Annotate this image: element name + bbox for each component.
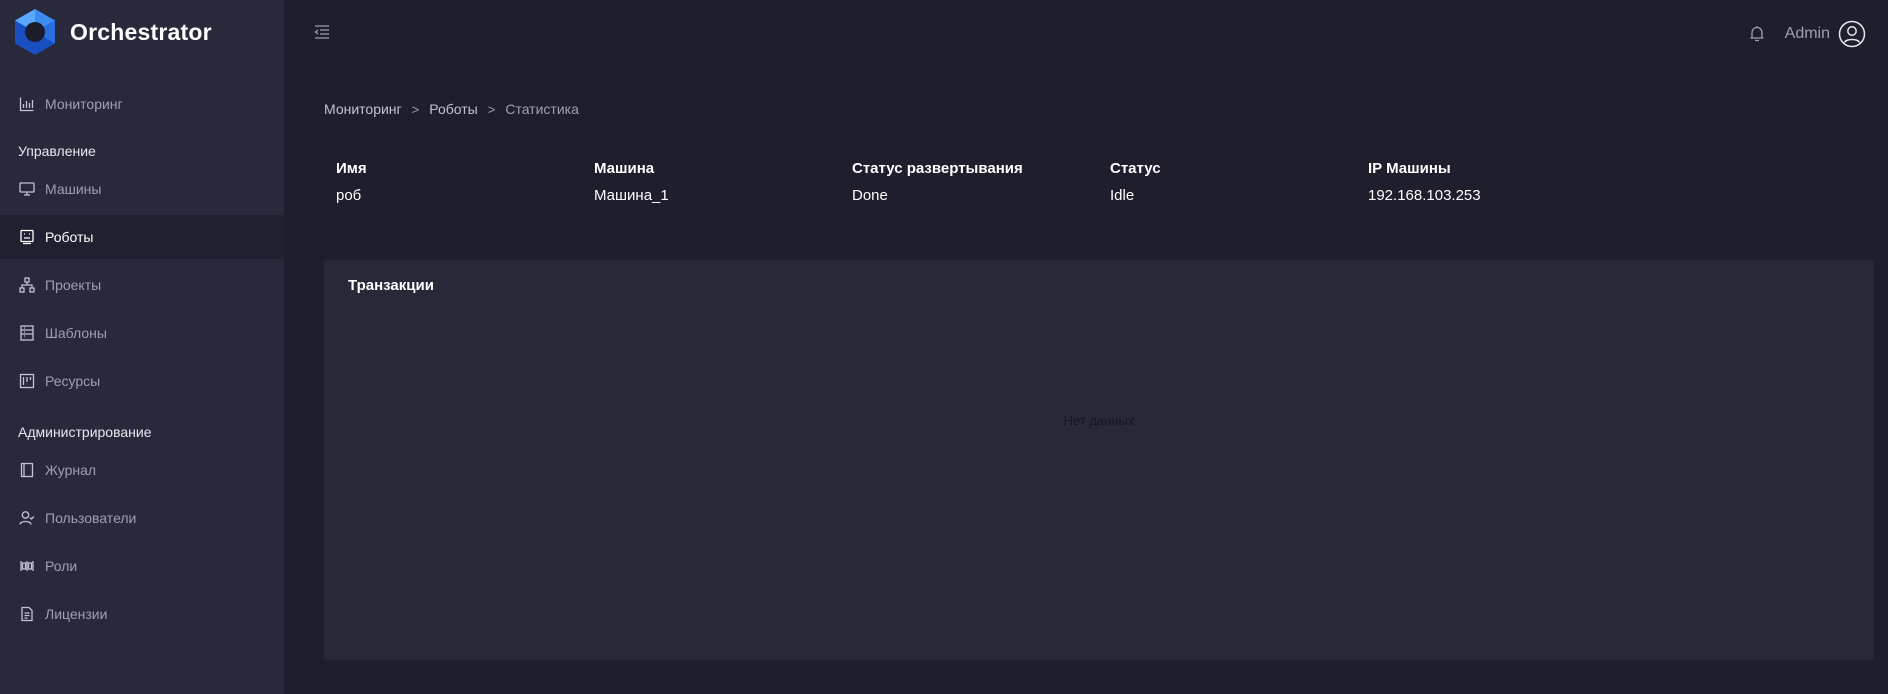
sidebar-item-users[interactable]: Пользователи <box>0 496 284 540</box>
sidebar-item-templates[interactable]: Шаблоны <box>0 311 284 355</box>
breadcrumb-separator: > <box>487 101 496 117</box>
breadcrumb-monitoring[interactable]: Мониторинг <box>324 101 402 117</box>
journal-icon <box>18 461 36 479</box>
menu-toggle-icon[interactable] <box>312 22 332 42</box>
robot-icon <box>18 228 36 246</box>
section-management: Управление <box>18 143 96 159</box>
header-user-area: Admin <box>1747 18 1866 50</box>
roles-icon <box>18 557 36 575</box>
info-value: Машина_1 <box>594 187 669 204</box>
sidebar-item-licenses[interactable]: Лицензии <box>0 592 284 636</box>
info-value: Idle <box>1110 187 1135 204</box>
info-column-deploy-status: Статус развертывания Done <box>852 160 1023 204</box>
sidebar-item-label: Мониторинг <box>45 96 123 112</box>
users-icon <box>18 509 36 527</box>
orchestrator-logo-icon <box>15 9 55 55</box>
info-column-machine: Машина Машина_1 <box>594 160 669 204</box>
monitor-icon <box>18 180 36 198</box>
breadcrumb-statistics: Статистика <box>505 101 579 117</box>
hierarchy-icon <box>18 276 36 294</box>
transactions-title: Транзакции <box>348 277 434 294</box>
breadcrumb-robots[interactable]: Роботы <box>429 101 477 117</box>
sidebar-item-label: Проекты <box>45 277 102 293</box>
template-icon <box>18 324 36 342</box>
sidebar-item-roles[interactable]: Роли <box>0 544 284 588</box>
sidebar-item-label: Машины <box>45 181 102 197</box>
sidebar-item-label: Роботы <box>45 229 94 245</box>
info-value: роб <box>336 187 362 204</box>
user-name[interactable]: Admin <box>1785 25 1830 43</box>
license-icon <box>18 605 36 623</box>
info-column-ip: IP Машины 192.168.103.253 <box>1368 160 1481 204</box>
info-value: 192.168.103.253 <box>1368 187 1481 204</box>
sidebar-item-label: Роли <box>45 558 78 574</box>
info-header: Статус развертывания <box>852 160 1023 177</box>
info-column-name: Имя роб <box>336 160 367 204</box>
sidebar-item-label: Шаблоны <box>45 325 107 341</box>
resources-icon <box>18 372 36 390</box>
info-header: Машина <box>594 160 655 177</box>
sidebar-item-monitoring[interactable]: Мониторинг <box>0 82 284 126</box>
sidebar-item-robots[interactable]: Роботы <box>0 215 284 259</box>
bell-icon[interactable] <box>1747 24 1767 44</box>
info-header: Имя <box>336 160 367 177</box>
app-root: Orchestrator Мониторинг Управление Машин… <box>0 0 1888 694</box>
empty-state-text: Нет данных <box>1063 413 1135 428</box>
app-logo[interactable]: Orchestrator <box>10 8 212 56</box>
sidebar-item-label: Журнал <box>45 462 97 478</box>
info-header: IP Машины <box>1368 160 1451 177</box>
section-administration: Администрирование <box>18 424 152 440</box>
breadcrumb-separator: > <box>411 101 420 117</box>
info-header: Статус <box>1110 160 1161 177</box>
transactions-card: Транзакции Нет данных <box>324 260 1874 660</box>
sidebar-item-resources[interactable]: Ресурсы <box>0 359 284 403</box>
sidebar-item-projects[interactable]: Проекты <box>0 263 284 307</box>
sidebar-item-journal[interactable]: Журнал <box>0 448 284 492</box>
app-title: Orchestrator <box>70 18 212 45</box>
sidebar: Orchestrator Мониторинг Управление Машин… <box>0 0 284 694</box>
breadcrumb: Мониторинг > Роботы > Статистика <box>324 101 579 117</box>
info-column-status: Статус Idle <box>1110 160 1161 204</box>
chart-icon <box>18 95 36 113</box>
sidebar-item-machines[interactable]: Машины <box>0 167 284 211</box>
info-value: Done <box>852 187 888 204</box>
sidebar-item-label: Лицензии <box>45 606 108 622</box>
sidebar-item-label: Ресурсы <box>45 373 101 389</box>
user-avatar-icon[interactable] <box>1838 20 1866 48</box>
sidebar-item-label: Пользователи <box>45 510 137 526</box>
